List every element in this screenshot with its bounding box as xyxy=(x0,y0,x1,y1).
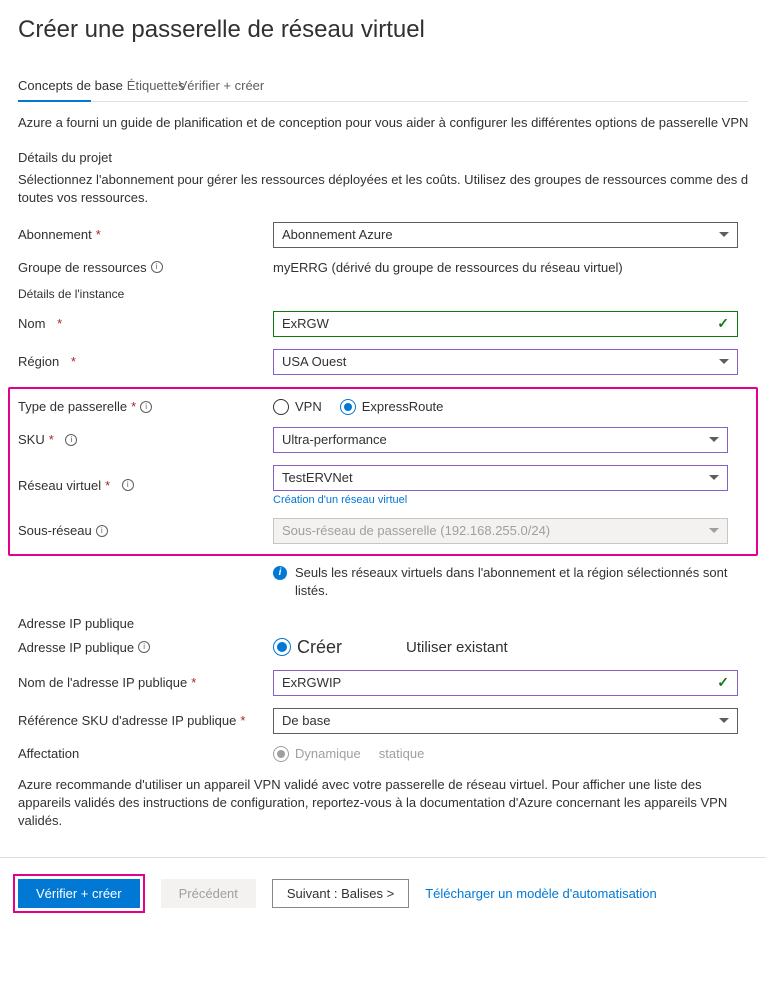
chevron-down-icon xyxy=(709,528,719,533)
radio-vpn-label: VPN xyxy=(295,399,322,414)
region-value: USA Ouest xyxy=(282,354,346,369)
info-icon[interactable]: i xyxy=(96,525,108,537)
subscription-value: Abonnement Azure xyxy=(282,227,393,242)
radio-dynamic-label: Dynamique xyxy=(295,746,361,761)
project-details-desc-line1: Sélectionnez l'abonnement pour gérer les… xyxy=(18,172,748,187)
download-template-link[interactable]: Télécharger un modèle d'automatisation xyxy=(425,886,657,901)
chevron-down-icon xyxy=(719,718,729,723)
tabs: Concepts de base Étiquettes Vérifier + c… xyxy=(18,72,748,102)
info-icon: i xyxy=(273,566,287,580)
chevron-down-icon xyxy=(719,359,729,364)
instance-details-title: Détails de l'instance xyxy=(18,287,748,301)
bottom-note: Azure recommande d'utiliser un appareil … xyxy=(18,776,748,831)
radio-pip-create[interactable]: Créer xyxy=(273,637,342,658)
create-vnet-link[interactable]: Création d'un réseau virtuel xyxy=(273,494,407,506)
subnet-select: Sous-réseau de passerelle (192.168.255.0… xyxy=(273,518,728,544)
info-note: i Seuls les réseaux virtuels dans l'abon… xyxy=(18,564,748,600)
pip-sku-select[interactable]: De base xyxy=(273,708,738,734)
project-details-desc: Sélectionnez l'abonnement pour gérer les… xyxy=(18,171,748,207)
assignment-label: Affectation xyxy=(18,746,273,761)
previous-button: Précédent xyxy=(161,879,256,908)
project-details-desc-line2: toutes vos ressources. xyxy=(18,190,148,205)
chevron-down-icon xyxy=(719,232,729,237)
pip-name-input[interactable]: ExRGWIP ✓ xyxy=(273,670,738,696)
chevron-down-icon xyxy=(709,437,719,442)
check-icon: ✓ xyxy=(717,674,729,691)
radio-vpn[interactable]: VPN xyxy=(273,399,322,415)
review-create-button[interactable]: Vérifier + créer xyxy=(18,879,140,908)
next-button-label: Suivant : Balises > xyxy=(287,886,394,901)
subnet-label: Sous-réseau i xyxy=(18,523,273,538)
page-title: Créer une passerelle de réseau virtuel xyxy=(18,16,748,44)
info-icon[interactable]: i xyxy=(140,401,152,413)
tab-basics[interactable]: Concepts de base xyxy=(18,72,123,101)
rg-value: myERRG (dérivé du groupe de ressources d… xyxy=(273,260,623,275)
pip-name-value: ExRGWIP xyxy=(282,675,341,690)
radio-er-label: ExpressRoute xyxy=(362,399,444,414)
region-select[interactable]: USA Ouest xyxy=(273,349,738,375)
next-button[interactable]: Suivant : Balises > xyxy=(272,879,409,908)
region-label: Région * xyxy=(18,354,273,369)
check-icon: ✓ xyxy=(717,315,729,332)
vnet-value: TestERVNet xyxy=(282,470,353,485)
subscription-select[interactable]: Abonnement Azure xyxy=(273,222,738,248)
tab-review[interactable]: Vérifier + créer xyxy=(179,72,265,101)
info-icon[interactable]: i xyxy=(65,434,77,446)
sku-select[interactable]: Ultra-performance xyxy=(273,427,728,453)
project-details-title: Détails du projet xyxy=(18,150,748,165)
info-icon[interactable]: i xyxy=(138,641,150,653)
info-note-text: Seuls les réseaux virtuels dans l'abonne… xyxy=(295,564,748,600)
sku-label: SKU* i xyxy=(18,432,273,447)
rg-label: Groupe de ressources i xyxy=(18,260,273,275)
radio-expressroute[interactable]: ExpressRoute xyxy=(340,399,444,415)
gateway-type-label: Type de passerelle* i xyxy=(18,399,273,414)
pip-label: Adresse IP publique i xyxy=(18,640,273,655)
subnet-value: Sous-réseau de passerelle (192.168.255.0… xyxy=(282,523,550,538)
highlight-footer: Vérifier + créer xyxy=(13,874,145,913)
vnet-label: Réseau virtuel* i xyxy=(18,478,273,493)
pip-name-label: Nom de l'adresse IP publique* xyxy=(18,675,273,690)
intro-text: Azure a fourni un guide de planification… xyxy=(18,114,748,132)
name-value: ExRGW xyxy=(282,316,329,331)
highlight-box: Type de passerelle* i VPN ExpressRoute S… xyxy=(8,387,758,556)
pip-title: Adresse IP publique xyxy=(18,616,748,631)
radio-dynamic: Dynamique xyxy=(273,746,361,762)
tab-tags[interactable]: Étiquettes xyxy=(127,72,185,101)
radio-static-label: statique xyxy=(379,746,425,761)
info-icon[interactable]: i xyxy=(151,261,163,273)
subscription-label: Abonnement* xyxy=(18,227,273,242)
vnet-select[interactable]: TestERVNet xyxy=(273,465,728,491)
name-input[interactable]: ExRGW ✓ xyxy=(273,311,738,337)
pip-sku-value: De base xyxy=(282,713,330,728)
sku-value: Ultra-performance xyxy=(282,432,387,447)
chevron-down-icon xyxy=(709,475,719,480)
footer: Vérifier + créer Précédent Suivant : Bal… xyxy=(0,858,766,929)
pip-sku-label: Référence SKU d'adresse IP publique* xyxy=(18,713,273,728)
pip-existing-label[interactable]: Utiliser existant xyxy=(406,639,508,656)
name-label: Nom * xyxy=(18,316,273,331)
radio-create-label: Créer xyxy=(297,637,342,658)
info-icon[interactable]: i xyxy=(122,479,134,491)
